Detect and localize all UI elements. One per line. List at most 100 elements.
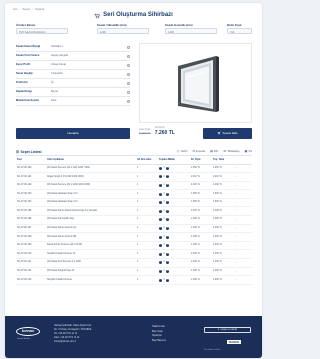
footer-link[interactable]: Bayi Başvuru <box>152 339 166 344</box>
minus-icon[interactable]: − <box>159 192 162 196</box>
quantity-stepper[interactable]: −1 + <box>159 235 189 239</box>
more-icon[interactable]: ⋯ <box>235 251 238 256</box>
more-icon[interactable]: ⋯ <box>235 217 238 221</box>
quantity-stepper[interactable]: −1 + <box>159 192 189 196</box>
table-row[interactable]: SC-07-00-104 Çift Kanat Vasistaslı Kapı 4… <box>16 198 252 208</box>
tool-xls-button[interactable]: ▦ Xls <box>245 150 252 154</box>
email-link[interactable]: tornax@tornax.com.tr <box>54 341 92 345</box>
quantity-stepper[interactable]: −1 + <box>159 209 189 213</box>
plus-icon[interactable]: + <box>166 226 170 230</box>
products-select[interactable]: PVC Seçimi Belirlensin <box>16 28 68 35</box>
quantity-stepper[interactable]: −1 + <box>159 269 189 273</box>
table-row[interactable]: SC-07-00-110 Sürgülü Kanatlı Pencere 1F 1−… <box>16 249 252 260</box>
quantity-stepper[interactable]: −1 + <box>159 278 189 282</box>
quantity-stepper[interactable]: −1 + <box>159 175 189 179</box>
quantity-stepper[interactable]: −1 + <box>159 226 189 230</box>
plus-icon[interactable]: + <box>166 217 170 222</box>
more-icon[interactable]: ⋯ <box>235 226 238 230</box>
calculate-button[interactable]: Hesapla <box>16 128 130 139</box>
more-icon[interactable]: ⋯ <box>235 165 238 170</box>
unit-price-select[interactable]: Yok <box>227 28 252 35</box>
more-icon[interactable]: ⋯ <box>235 200 238 204</box>
tool-pdf-button[interactable]: ▤ Pdf <box>210 150 218 154</box>
plus-icon[interactable]: + <box>166 235 170 239</box>
info-icon[interactable]: i <box>127 54 130 58</box>
info-icon[interactable]: i <box>127 45 130 49</box>
minus-icon[interactable]: − <box>159 183 162 187</box>
table-row[interactable]: SC-07-00-102 Çift Kanat Pencere (62 x 120… <box>16 181 252 191</box>
minus-icon[interactable]: − <box>159 243 162 248</box>
option-row[interactable]: Eşsiz Profil Ahşap Kanat i <box>16 61 130 70</box>
info-icon[interactable]: i <box>127 99 130 103</box>
table-row[interactable]: SC-07-00-100 Çift Kanat Pencere (60 x 120… <box>16 164 252 174</box>
table-row[interactable]: SC-07-00-113 Sürgülü Kanatlı Pencere 1−1 +1… <box>16 275 252 285</box>
minus-icon[interactable]: − <box>159 226 162 230</box>
tool-e-posta-button[interactable]: ✉ E-posta <box>193 150 205 154</box>
table-row[interactable]: SC-07-00-112 Çift Kanat Sürgülü Kapı 4F 1−… <box>16 267 252 277</box>
minus-icon[interactable]: − <box>159 200 162 205</box>
more-icon[interactable]: ⋯ <box>235 260 238 264</box>
quantity-stepper[interactable]: −1 + <box>159 166 189 170</box>
catalog-download-button[interactable]: ⬇ KATALOG İNDİR <box>204 327 251 333</box>
more-icon[interactable]: ⋯ <box>235 269 238 273</box>
quantity-stepper[interactable]: −1 + <box>159 200 189 205</box>
tool-yazdır-button[interactable]: ⎙ Yazdır <box>177 150 188 154</box>
minus-icon[interactable]: − <box>159 278 162 282</box>
minus-icon[interactable]: − <box>159 166 162 170</box>
plus-icon[interactable]: + <box>166 200 170 205</box>
table-row[interactable]: SC-07-00-103 Çift Kanat Vasistaslı Kapı 4… <box>16 189 252 199</box>
more-icon[interactable]: ⋯ <box>235 183 238 187</box>
table-row[interactable]: SC-07-00-109 Kanat Sürme Pencere (2F 2x1,… <box>16 241 252 251</box>
footer-link[interactable]: Hakkımızda <box>152 325 166 330</box>
minus-icon[interactable]: − <box>159 235 162 239</box>
quantity-stepper[interactable]: −1 + <box>159 252 189 256</box>
more-icon[interactable]: ⋯ <box>235 208 238 213</box>
more-icon[interactable]: ⋯ <box>235 243 238 247</box>
more-icon[interactable]: ⋯ <box>235 277 238 281</box>
plus-icon[interactable]: + <box>166 269 170 273</box>
table-row[interactable]: SC-07-00-106 Çift Kanat Kol Kanatlı Kapı 1… <box>16 215 252 225</box>
minus-icon[interactable]: − <box>159 269 162 273</box>
info-icon[interactable]: i <box>127 72 130 76</box>
option-row[interactable]: Kapak Rengi Beyaz i <box>16 88 130 97</box>
plus-icon[interactable]: + <box>166 175 170 179</box>
option-row[interactable]: Mekanizma Seçimi Dolu i <box>16 97 130 106</box>
info-icon[interactable]: i <box>127 90 130 94</box>
plus-icon[interactable]: + <box>166 243 170 248</box>
height-input[interactable]: 1200 <box>97 28 149 35</box>
info-icon[interactable]: i <box>127 63 130 67</box>
table-row[interactable]: SC-07-00-101 Ahşap Sürgü 2 Ft (1200 1000 … <box>16 172 252 182</box>
minus-icon[interactable]: − <box>159 217 162 222</box>
plus-icon[interactable]: + <box>166 166 170 170</box>
tool-whatsapp-button[interactable]: ☏ WhatsApp <box>223 150 240 154</box>
quantity-stepper[interactable]: −1 + <box>159 217 189 222</box>
more-icon[interactable]: ⋯ <box>235 174 238 178</box>
info-icon[interactable]: i <box>127 81 130 85</box>
minus-icon[interactable]: − <box>159 260 162 265</box>
table-row[interactable]: SC-07-00-105 Çift Kanat Sürme Paneli Karm… <box>16 206 252 217</box>
minus-icon[interactable]: − <box>159 175 162 179</box>
quantity-stepper[interactable]: −1 + <box>159 243 189 248</box>
plus-icon[interactable]: + <box>166 183 170 187</box>
add-to-cart-button[interactable]: 🛒︎ Sepete Ekle <box>203 128 252 139</box>
plus-icon[interactable]: + <box>166 278 170 282</box>
table-row[interactable]: SC-07-00-111 Çift Kanat Açılı Pencere 4 F… <box>16 258 252 268</box>
more-icon[interactable]: ⋯ <box>235 191 238 195</box>
minus-icon[interactable]: − <box>159 252 162 256</box>
option-row[interactable]: Kenar Başlığı 3 Kenarlık i <box>16 70 130 79</box>
more-icon[interactable]: ⋯ <box>235 234 238 238</box>
brand-logo[interactable]: tornax <box>16 327 40 336</box>
option-row[interactable]: Profil Adı İÇ i <box>16 79 130 88</box>
plus-icon[interactable]: + <box>166 252 170 256</box>
option-row[interactable]: Kasalı Ürün Tanımı Ahşap Sürgülü i <box>16 52 130 61</box>
table-row[interactable]: SC-07-00-107 Çift Kanat Sürme Açılımlı (A… <box>16 224 252 234</box>
table-row[interactable]: SC-07-00-108 Çift Kanat Sürme Açılımlı (B… <box>16 232 252 242</box>
quantity-stepper[interactable]: −1 + <box>159 183 189 187</box>
plus-icon[interactable]: + <box>166 209 170 213</box>
width-input[interactable]: 1200 <box>165 28 217 35</box>
minus-icon[interactable]: − <box>159 209 162 213</box>
option-row[interactable]: Kasalı Kanat Ölçeği Standart 1 i <box>16 43 130 52</box>
plus-icon[interactable]: + <box>166 260 170 265</box>
plus-icon[interactable]: + <box>166 192 170 196</box>
quantity-stepper[interactable]: −1 + <box>159 260 189 265</box>
